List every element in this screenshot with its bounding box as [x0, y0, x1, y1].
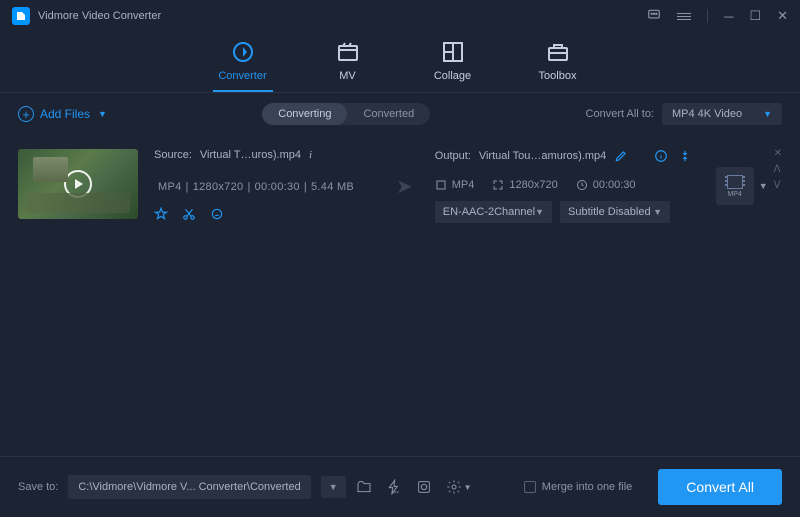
tab-collage[interactable]: Collage — [423, 40, 483, 92]
output-label: Output: — [435, 150, 471, 162]
hardware-accel-icon[interactable]: OFF — [386, 479, 402, 495]
source-meta: MP4|1280x720|00:00:30|5.44 MB — [154, 181, 374, 193]
convert-all-dropdown[interactable]: MP4 4K Video ▼ — [662, 103, 782, 125]
source-filename: Virtual T…uros).mp4 — [200, 149, 301, 161]
converter-icon — [231, 40, 255, 64]
play-icon — [64, 170, 92, 198]
output-format-button[interactable]: MP4 ▼ — [716, 167, 754, 205]
resolution-icon — [492, 179, 504, 191]
move-down-button[interactable]: ᐯ — [774, 181, 782, 191]
mv-icon — [336, 40, 360, 64]
view-toggle: Converting Converted — [262, 103, 430, 125]
app-logo — [12, 7, 30, 25]
app-title: Vidmore Video Converter — [38, 10, 161, 22]
feedback-icon[interactable] — [647, 8, 661, 25]
svg-text:OFF: OFF — [391, 490, 400, 495]
open-folder-icon[interactable] — [356, 479, 372, 495]
maximize-button[interactable]: ☐ — [749, 8, 761, 24]
chevron-down-icon: ▼ — [98, 109, 107, 119]
clock-icon — [576, 179, 588, 191]
star-icon[interactable] — [154, 207, 168, 221]
audio-track-dropdown[interactable]: EN-AAC-2Channel▼ — [435, 201, 552, 223]
remove-item-button[interactable]: ✕ — [774, 149, 782, 159]
collage-icon — [441, 40, 465, 64]
minimize-button[interactable]: ─ — [724, 9, 733, 24]
tab-mv[interactable]: MV — [318, 40, 378, 92]
cut-icon[interactable] — [182, 207, 196, 221]
tab-toolbox[interactable]: Toolbox — [528, 40, 588, 92]
gear-icon — [446, 479, 462, 495]
film-icon — [727, 175, 743, 189]
move-up-button[interactable]: ᐱ — [774, 165, 782, 175]
divider — [707, 9, 708, 23]
close-button[interactable]: ✕ — [777, 8, 788, 24]
arrow-icon: ➤ — [396, 174, 413, 199]
file-item: Source: Virtual T…uros).mp4 i MP4|1280x7… — [0, 135, 800, 237]
edit-icon[interactable] — [614, 149, 628, 163]
merge-checkbox[interactable]: Merge into one file — [524, 481, 633, 493]
convert-all-button[interactable]: Convert All — [658, 469, 782, 505]
toolbox-icon — [546, 40, 570, 64]
chevron-down-icon: ▼ — [763, 109, 772, 119]
main-tabs: Converter MV Collage Toolbox — [0, 32, 800, 93]
settings-dropdown[interactable]: ▼ — [446, 479, 472, 495]
source-label: Source: — [154, 149, 192, 161]
enhance-icon[interactable] — [210, 207, 224, 221]
add-files-button[interactable]: + Add Files ▼ — [18, 106, 107, 122]
video-thumbnail[interactable] — [18, 149, 138, 219]
save-path-field[interactable]: C:\Vidmore\Vidmore V... Converter\Conver… — [68, 475, 310, 499]
toolbar: + Add Files ▼ Converting Converted Conve… — [0, 93, 800, 135]
view-converted[interactable]: Converted — [347, 103, 430, 125]
chevron-down-icon: ▼ — [759, 181, 768, 191]
menu-icon[interactable] — [677, 13, 691, 20]
convert-all-to: Convert All to: MP4 4K Video ▼ — [586, 103, 782, 125]
bottom-bar: Save to: C:\Vidmore\Vidmore V... Convert… — [0, 456, 800, 517]
view-converting[interactable]: Converting — [262, 103, 347, 125]
output-filename: Virtual Tou…amuros).mp4 — [479, 150, 606, 162]
format-icon — [435, 179, 447, 191]
info-circle-icon[interactable] — [654, 149, 668, 163]
subtitle-dropdown[interactable]: Subtitle Disabled▼ — [560, 201, 670, 223]
save-path-dropdown[interactable]: ▼ — [321, 476, 346, 498]
tab-converter[interactable]: Converter — [213, 40, 273, 92]
titlebar: Vidmore Video Converter ─ ☐ ✕ — [0, 0, 800, 32]
save-to-label: Save to: — [18, 481, 58, 493]
checkbox-icon — [524, 481, 536, 493]
task-schedule-icon[interactable] — [416, 479, 432, 495]
compress-icon[interactable] — [678, 149, 692, 163]
info-icon[interactable]: i — [309, 149, 312, 161]
plus-icon: + — [18, 106, 34, 122]
